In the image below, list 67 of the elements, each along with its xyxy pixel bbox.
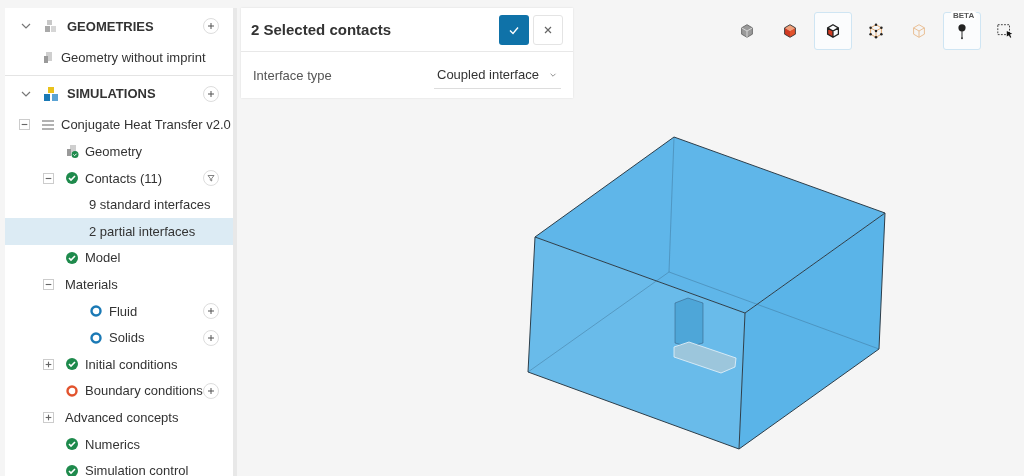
box-select-icon xyxy=(996,22,1014,40)
blocks-icon xyxy=(43,85,59,102)
filter-icon xyxy=(207,174,215,183)
tree-label: Fluid xyxy=(109,303,138,319)
block-icon xyxy=(41,50,55,65)
field-label: Interface type xyxy=(253,67,332,83)
tree-label: Solids xyxy=(109,330,145,346)
add-button[interactable] xyxy=(203,85,219,102)
tree-item[interactable]: 9 standard interfaces xyxy=(5,191,233,218)
section-title[interactable]: SIMULATIONS xyxy=(67,86,203,102)
tree-label: Contacts (11) xyxy=(85,170,163,186)
tree-item[interactable]: Boundary conditions xyxy=(5,377,233,405)
shaded-cube-icon xyxy=(781,22,799,40)
tree-label: Conjugate Heat Transfer v2.0 xyxy=(61,117,231,133)
tree-label: Materials xyxy=(65,276,118,292)
expander-icon[interactable] xyxy=(43,411,54,423)
add-button[interactable] xyxy=(203,18,219,34)
plus-icon xyxy=(207,333,215,342)
plus-icon xyxy=(207,386,215,395)
tree-label: Geometry xyxy=(85,144,143,159)
tree-label: Numerics xyxy=(85,436,140,452)
wireframe-cube-icon xyxy=(910,22,928,40)
tree-item[interactable]: Advanced concepts xyxy=(5,404,233,431)
tree-item[interactable]: Geometry without imprint xyxy=(5,44,233,71)
tree-label: 9 standard interfaces xyxy=(89,197,211,213)
beta-badge: BETA xyxy=(950,11,978,20)
solid-cube-icon xyxy=(738,22,756,40)
tree-label: Initial conditions xyxy=(85,356,178,372)
tree-label: Boundary conditions xyxy=(85,383,203,399)
expander-icon[interactable] xyxy=(43,358,54,370)
tree-label: 2 partial interfaces xyxy=(89,223,196,239)
add-button[interactable] xyxy=(203,303,219,320)
panel-title: 2 Selected contacts xyxy=(251,21,393,38)
tree-item[interactable]: Simulation control xyxy=(5,457,233,476)
probe-tool[interactable]: BETA xyxy=(943,12,981,50)
filter-button[interactable] xyxy=(203,170,219,187)
tree-item[interactable]: Initial conditions xyxy=(5,350,233,378)
plus-icon xyxy=(207,89,215,98)
outlined-cube-icon xyxy=(824,22,842,40)
block-check-icon xyxy=(65,144,79,159)
section-title[interactable]: GEOMETRIES xyxy=(67,18,203,34)
tree-label: Advanced concepts xyxy=(65,409,179,425)
tree-item[interactable]: Contacts (11) xyxy=(5,164,233,192)
vertex-cube-icon xyxy=(867,22,885,40)
tree-label: Model xyxy=(85,250,121,266)
tree-item[interactable]: 2 partial interfaces xyxy=(5,217,233,245)
expander-icon[interactable] xyxy=(43,278,54,290)
plus-icon xyxy=(207,307,215,316)
blocks-icon xyxy=(43,18,59,34)
chevron-icon[interactable] xyxy=(21,21,31,31)
tree-item[interactable]: Solids xyxy=(5,324,233,351)
tree-item[interactable]: Fluid xyxy=(5,297,233,325)
tree-item[interactable]: Conjugate Heat Transfer v2.0 xyxy=(5,111,233,139)
expander-icon[interactable] xyxy=(19,119,30,131)
add-button[interactable] xyxy=(203,382,219,399)
tree-label: Geometry without imprint xyxy=(61,49,206,65)
add-button[interactable] xyxy=(203,329,219,346)
tree-item[interactable]: Materials xyxy=(5,271,233,298)
view-mode-tool[interactable] xyxy=(814,12,852,50)
tree-item[interactable]: Model xyxy=(5,244,233,272)
confirm-button[interactable] xyxy=(499,14,529,45)
tree-label: Simulation control xyxy=(85,463,189,476)
interface-type-dropdown[interactable]: Coupled interface xyxy=(434,61,561,89)
tree-item[interactable]: Geometry xyxy=(5,138,233,165)
plus-icon xyxy=(207,22,215,30)
expander-icon[interactable] xyxy=(43,172,54,184)
tree-item[interactable]: Numerics xyxy=(5,430,233,458)
